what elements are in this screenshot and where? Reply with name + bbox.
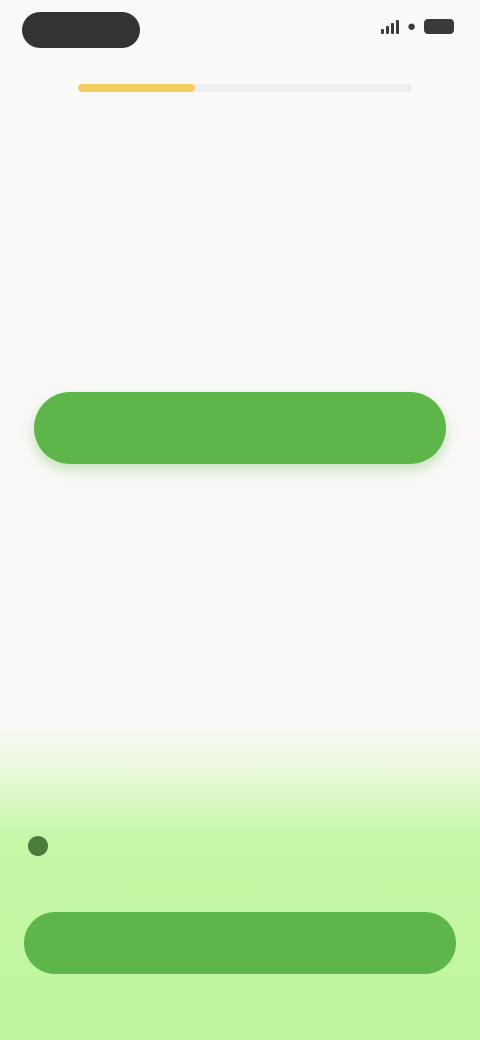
tip-row xyxy=(28,836,58,856)
status-time xyxy=(22,12,140,48)
progress-bar xyxy=(78,84,412,92)
signal-icon xyxy=(380,19,399,34)
status-bar: ● xyxy=(0,0,480,62)
status-icons: ● xyxy=(380,18,454,35)
progress-fill xyxy=(78,84,195,92)
continue-button[interactable] xyxy=(24,912,456,974)
bottom-panel xyxy=(0,820,480,1040)
progress-row xyxy=(0,76,480,100)
option-2-selected[interactable] xyxy=(34,392,446,464)
wifi-icon: ● xyxy=(406,18,416,35)
battery-icon xyxy=(424,19,454,34)
info-icon xyxy=(28,836,48,856)
